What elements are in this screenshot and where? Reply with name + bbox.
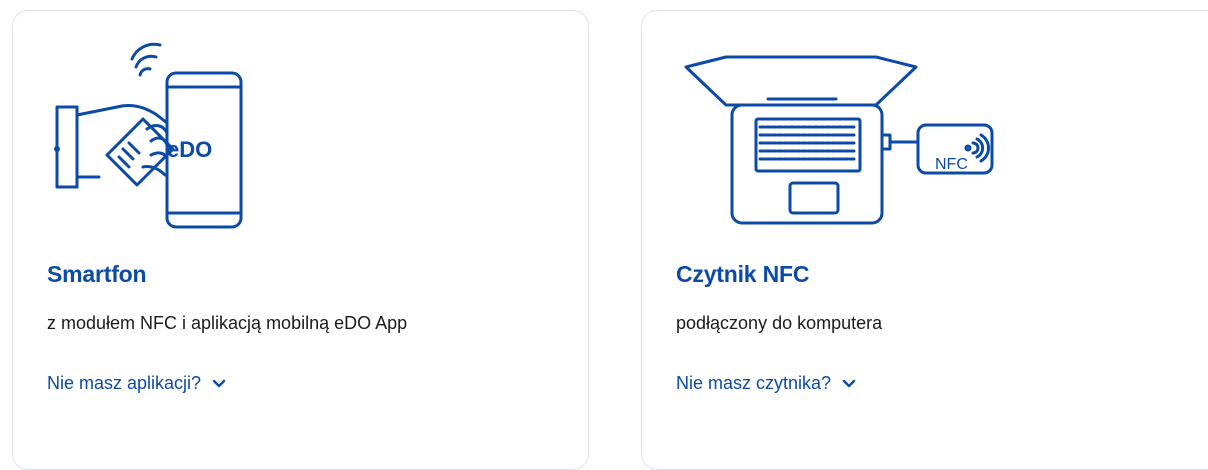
nfc-reader-option-card[interactable]: NFC Czytnik NFC podłączony do komputera … [641,10,1208,470]
svg-text:NFC: NFC [935,156,968,173]
card-description: z modułem NFC i aplikacją mobilną eDO Ap… [47,313,408,333]
laptop-nfc-reader-illustration [684,55,994,225]
card-title: Czytnik NFC [676,261,810,287]
no-reader-toggle[interactable]: Nie masz czytnika? [676,373,857,394]
no-app-toggle[interactable]: Nie masz aplikacji? [47,373,227,394]
smartphone-option-card[interactable]: eDO Smartfon z modułem NFC i aplikacją m… [12,10,589,470]
card-title: Smartfon [47,261,147,287]
toggle-label: Nie masz czytnika? [676,373,832,393]
chevron-down-icon [842,379,856,387]
card-description: podłączony do komputera [676,313,883,333]
nfc-reader-label: NFC [935,156,968,173]
svg-text:eDO: eDO [167,137,212,162]
toggle-label: Nie masz aplikacji? [47,373,202,393]
edo-phone-label: eDO [167,137,212,162]
chevron-down-icon [212,379,226,387]
